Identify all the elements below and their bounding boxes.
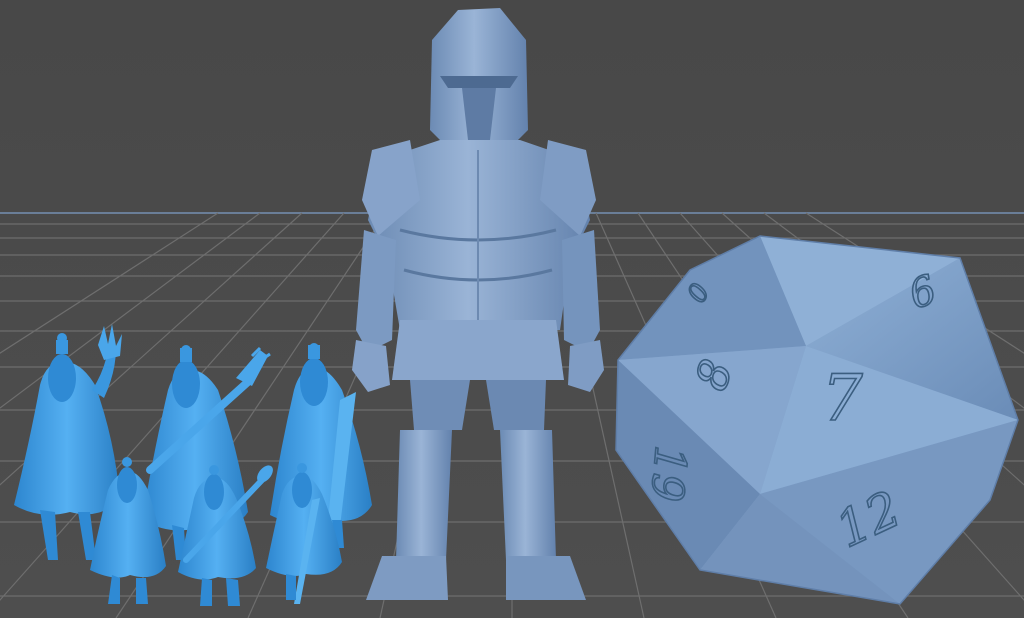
scene-canvas: 7 8 19 12 9 0 [0,0,1024,618]
die-face-19: 19 [640,444,696,504]
3d-viewport[interactable]: 7 8 19 12 9 0 [0,0,1024,618]
die-face-7: 7 [822,362,863,436]
